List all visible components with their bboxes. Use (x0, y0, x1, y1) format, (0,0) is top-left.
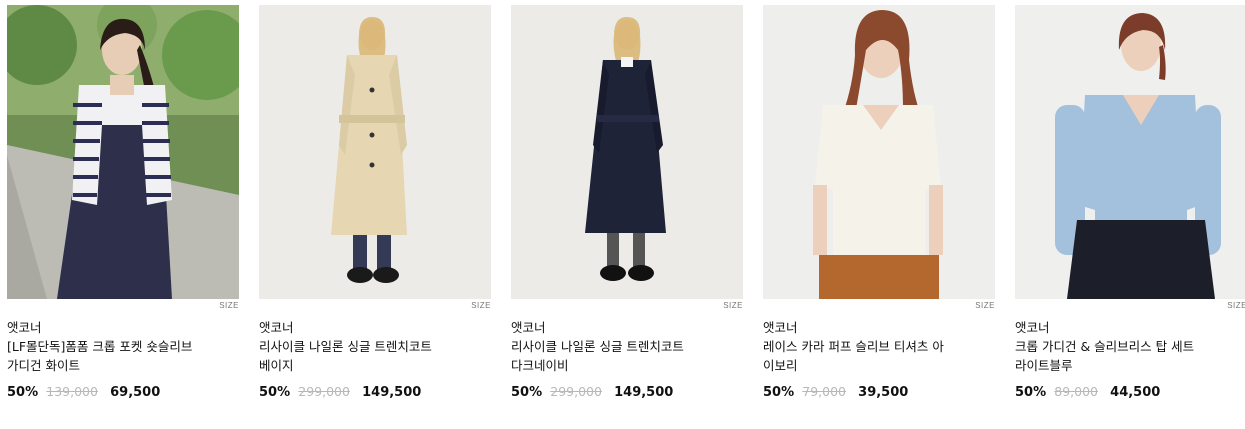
original-price: 299,000 (298, 384, 350, 399)
product-card-trench-beige[interactable]: SIZE 앳코너 리사이클 나일론 싱글 트렌치코트 베이지 50% 299,0… (259, 5, 491, 400)
price-row: 50% 79,000 39,500 (763, 383, 995, 402)
product-grid: SIZE 앳코너 [LF몰단독]폼폼 크롭 포켓 숏슬리브 가디건 화이트 50… (0, 0, 1245, 429)
brand-name[interactable]: 앳코너 (763, 319, 995, 337)
price-row: 50% 299,000 149,500 (259, 383, 491, 402)
original-price: 79,000 (802, 384, 847, 399)
product-name[interactable]: 리사이클 나일론 싱글 트렌치코트 다크네이비 (511, 337, 743, 375)
product-info: 앳코너 레이스 카라 퍼프 슬리브 티셔츠 아 이보리 50% 79,000 3… (763, 319, 995, 402)
product-info: 앳코너 [LF몰단독]폼폼 크롭 포켓 숏슬리브 가디건 화이트 50% 139… (7, 319, 239, 402)
product-name-line-1: 레이스 카라 퍼프 슬리브 티셔츠 아 (763, 339, 944, 354)
original-price: 139,000 (46, 384, 98, 399)
sale-price: 44,500 (1110, 385, 1161, 400)
product-card-crop-cardigan-set[interactable]: SIZE 앳코너 크롭 가디건 & 슬리브리스 탑 세트 라이트블루 50% 8… (1015, 5, 1245, 400)
discount-rate: 50% (259, 385, 291, 400)
product-name[interactable]: 레이스 카라 퍼프 슬리브 티셔츠 아 이보리 (763, 337, 995, 375)
brand-name[interactable]: 앳코너 (511, 319, 743, 337)
product-name-line-2: 라이트블루 (1015, 358, 1073, 373)
original-price: 299,000 (550, 384, 602, 399)
price-row: 50% 139,000 69,500 (7, 383, 239, 402)
product-name[interactable]: [LF몰단독]폼폼 크롭 포켓 숏슬리브 가디건 화이트 (7, 337, 239, 375)
product-image[interactable] (763, 5, 995, 299)
brand-name[interactable]: 앳코너 (7, 319, 239, 337)
product-name-line-2: 이보리 (763, 358, 798, 373)
product-name-line-2: 다크네이비 (511, 358, 569, 373)
size-label[interactable]: SIZE (975, 301, 995, 310)
sale-price: 39,500 (858, 385, 909, 400)
product-name-line-2: 베이지 (259, 358, 294, 373)
product-name-line-1: 크롭 가디건 & 슬리브리스 탑 세트 (1015, 339, 1195, 354)
discount-rate: 50% (1015, 385, 1047, 400)
product-card-lace-collar-tee[interactable]: SIZE 앳코너 레이스 카라 퍼프 슬리브 티셔츠 아 이보리 50% 79,… (763, 5, 995, 400)
discount-rate: 50% (7, 385, 39, 400)
size-label[interactable]: SIZE (723, 301, 743, 310)
product-image[interactable] (511, 5, 743, 299)
product-card-trench-navy[interactable]: SIZE 앳코너 리사이클 나일론 싱글 트렌치코트 다크네이비 50% 299… (511, 5, 743, 400)
sale-price: 69,500 (110, 385, 161, 400)
original-price: 89,000 (1054, 384, 1099, 399)
product-info: 앳코너 리사이클 나일론 싱글 트렌치코트 베이지 50% 299,000 14… (259, 319, 491, 402)
product-card-pompom-cardigan[interactable]: SIZE 앳코너 [LF몰단독]폼폼 크롭 포켓 숏슬리브 가디건 화이트 50… (7, 5, 239, 400)
sale-price: 149,500 (362, 385, 422, 400)
product-name[interactable]: 크롭 가디건 & 슬리브리스 탑 세트 라이트블루 (1015, 337, 1245, 375)
brand-name[interactable]: 앳코너 (1015, 319, 1245, 337)
product-name[interactable]: 리사이클 나일론 싱글 트렌치코트 베이지 (259, 337, 491, 375)
sale-price: 149,500 (614, 385, 674, 400)
product-info: 앳코너 크롭 가디건 & 슬리브리스 탑 세트 라이트블루 50% 89,000… (1015, 319, 1245, 402)
product-name-line-1: [LF몰단독]폼폼 크롭 포켓 숏슬리브 (7, 339, 193, 354)
product-name-line-1: 리사이클 나일론 싱글 트렌치코트 (511, 339, 684, 354)
size-label[interactable]: SIZE (471, 301, 491, 310)
product-name-line-2: 가디건 화이트 (7, 358, 80, 373)
product-image[interactable] (1015, 5, 1245, 299)
product-info: 앳코너 리사이클 나일론 싱글 트렌치코트 다크네이비 50% 299,000 … (511, 319, 743, 402)
size-label[interactable]: SIZE (219, 301, 239, 310)
discount-rate: 50% (763, 385, 795, 400)
discount-rate: 50% (511, 385, 543, 400)
price-row: 50% 299,000 149,500 (511, 383, 743, 402)
product-image[interactable] (7, 5, 239, 299)
size-label[interactable]: SIZE (1227, 301, 1245, 310)
product-image[interactable] (259, 5, 491, 299)
product-name-line-1: 리사이클 나일론 싱글 트렌치코트 (259, 339, 432, 354)
price-row: 50% 89,000 44,500 (1015, 383, 1245, 402)
brand-name[interactable]: 앳코너 (259, 319, 491, 337)
